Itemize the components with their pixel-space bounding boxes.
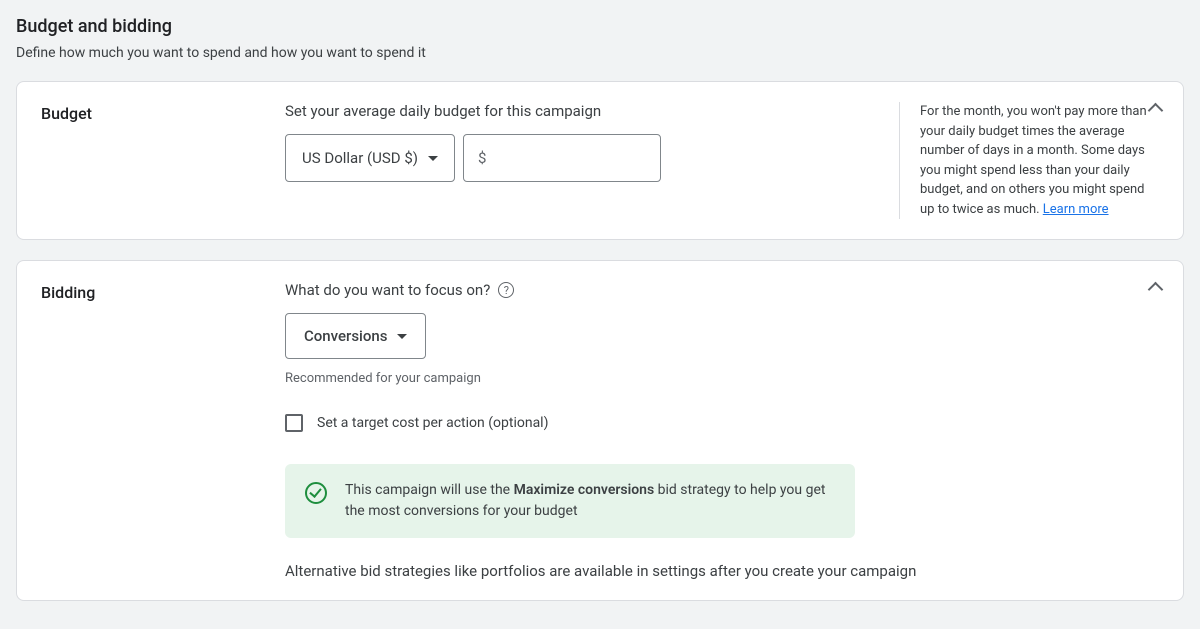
banner-bold: Maximize conversions [514,482,655,498]
currency-symbol: $ [478,149,486,167]
focus-select[interactable]: Conversions [285,313,426,359]
budget-card: Budget Set your average daily budget for… [16,81,1184,240]
strategy-banner: This campaign will use the Maximize conv… [285,464,855,538]
target-cpa-checkbox[interactable] [285,414,303,432]
currency-selected-value: US Dollar (USD $) [302,149,418,167]
budget-amount-input[interactable] [492,150,646,167]
bidding-card: Bidding What do you want to focus on? ? … [16,260,1184,601]
alternative-strategy-note: Alternative bid strategies like portfoli… [285,562,1159,580]
currency-select[interactable]: US Dollar (USD $) [285,134,455,182]
budget-section-label: Budget [41,102,285,123]
help-icon[interactable]: ? [498,282,514,298]
collapse-bidding-button[interactable] [1147,279,1165,301]
focus-selected-value: Conversions [304,327,387,345]
focus-label: What do you want to focus on? [285,281,490,299]
page-subtitle: Define how much you want to spend and ho… [16,45,1184,61]
page-title: Budget and bidding [16,16,1184,37]
strategy-banner-text: This campaign will use the Maximize conv… [345,480,835,522]
learn-more-link[interactable]: Learn more [1043,202,1109,217]
chevron-up-icon [1147,279,1165,297]
budget-amount-wrapper[interactable]: $ [463,134,661,182]
collapse-budget-button[interactable] [1147,100,1165,122]
recommendation-hint: Recommended for your campaign [285,371,1159,386]
caret-down-icon [397,334,407,339]
bidding-section-label: Bidding [41,281,285,302]
banner-prefix: This campaign will use the [345,482,514,498]
target-cpa-label: Set a target cost per action (optional) [317,415,548,431]
caret-down-icon [428,156,438,161]
chevron-up-icon [1147,100,1165,118]
check-circle-icon [305,482,327,504]
budget-field-label: Set your average daily budget for this c… [285,102,879,120]
budget-side-note: For the month, you won't pay more than y… [899,102,1159,219]
budget-note-text: For the month, you won't pay more than y… [920,104,1147,217]
